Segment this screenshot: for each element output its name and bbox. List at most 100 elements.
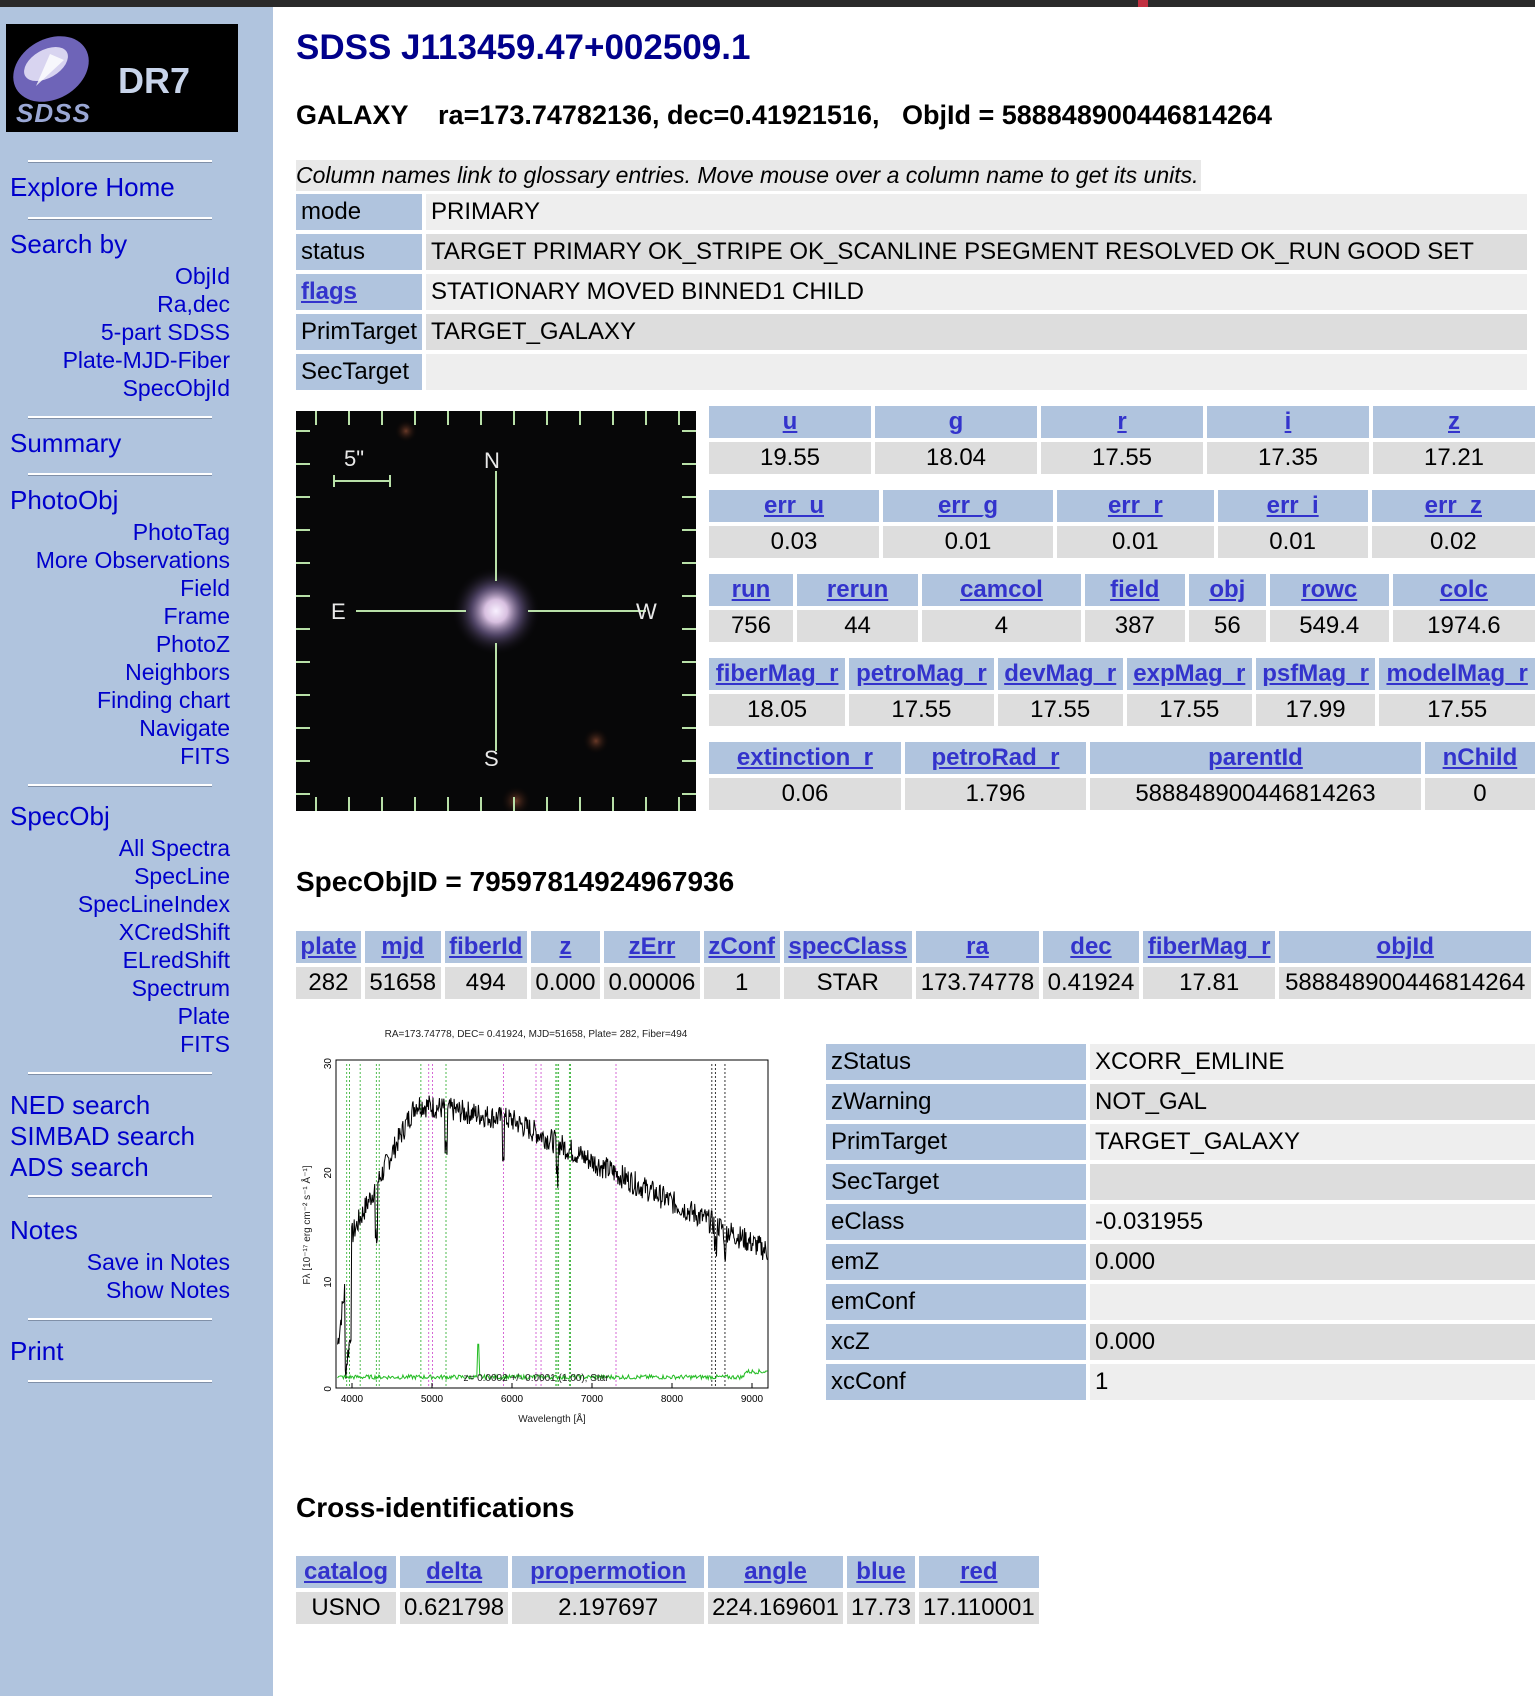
col-link-r[interactable]: r [1117, 408, 1126, 435]
nav-neighbors[interactable]: Neighbors [125, 659, 230, 686]
col-link-z[interactable]: z [559, 933, 571, 960]
col-link-camcol[interactable]: camcol [960, 576, 1043, 603]
col-link-z[interactable]: z [1448, 408, 1460, 435]
nav-xcredshift[interactable]: XCredShift [119, 919, 230, 946]
nav-all-spectra[interactable]: All Spectra [119, 835, 230, 862]
col-link-objid[interactable]: objId [1377, 933, 1434, 960]
nav-save-in-notes[interactable]: Save in Notes [87, 1249, 230, 1276]
nav-elredshift[interactable]: ELredShift [123, 947, 230, 974]
col-link-devmag-r[interactable]: devMag_r [1004, 660, 1116, 687]
nav-speclineindex[interactable]: SpecLineIndex [78, 891, 230, 918]
object-cutout-image[interactable]: 5" N S E W [296, 411, 696, 811]
col-link-colc[interactable]: colc [1440, 576, 1488, 603]
nav-specline[interactable]: SpecLine [134, 863, 230, 890]
col-link-extinction-r[interactable]: extinction_r [737, 744, 873, 771]
col-link-fibermag-r[interactable]: fiberMag_r [716, 660, 839, 687]
nav-specobj[interactable]: SpecObj [10, 801, 110, 832]
x-tick-label: 5000 [421, 1394, 444, 1405]
nav-search-objid[interactable]: ObjId [175, 263, 230, 290]
col-link-i[interactable]: i [1285, 408, 1292, 435]
row-key: xcZ [826, 1324, 1086, 1360]
nav-field[interactable]: Field [180, 575, 230, 602]
col-link-field[interactable]: field [1110, 576, 1159, 603]
table-row: PrimTarget TARGET_GALAXY [826, 1124, 1535, 1160]
col-link-catalog[interactable]: catalog [304, 1558, 388, 1585]
col-link-err-u[interactable]: err_u [764, 492, 824, 519]
col-link-plate[interactable]: plate [300, 933, 356, 960]
nav-finding-chart[interactable]: Finding chart [97, 687, 230, 714]
col-link-petromag-r[interactable]: petroMag_r [856, 660, 987, 687]
col-link-obj[interactable]: obj [1209, 576, 1245, 603]
col-link-expmag-r[interactable]: expMag_r [1133, 660, 1245, 687]
nav-plate[interactable]: Plate [178, 1003, 230, 1030]
col-link-angle[interactable]: angle [744, 1558, 807, 1585]
cell: 51658 [364, 967, 441, 999]
col-link-specclass[interactable]: specClass [788, 933, 907, 960]
col-link-nchild[interactable]: nChild [1443, 744, 1518, 771]
col-header: petroRad_r [904, 742, 1087, 774]
nav-search-radec[interactable]: Ra,dec [157, 291, 230, 318]
col-link-propermotion[interactable]: propermotion [530, 1558, 686, 1585]
spectrum-plot[interactable]: RA=173.74778, DEC= 0.41924, MJD=51658, P… [296, 1025, 776, 1425]
sdss-logo[interactable]: DR7 SDSS [6, 24, 238, 132]
col-link-run[interactable]: run [732, 576, 771, 603]
col-link-dec[interactable]: dec [1070, 933, 1111, 960]
specobjid-heading: SpecObjID = 79597814924967936 [296, 866, 735, 897]
col-link-rerun[interactable]: rerun [827, 576, 888, 603]
nav-print[interactable]: Print [10, 1336, 63, 1367]
col-link-zerr[interactable]: zErr [629, 933, 676, 960]
y-tick-label: 30 [323, 1058, 334, 1070]
col-link-u[interactable]: u [783, 408, 798, 435]
nav-spec-fits[interactable]: FITS [180, 1031, 230, 1058]
col-link-petrorad-r[interactable]: petroRad_r [931, 744, 1059, 771]
nav-search-specobjid[interactable]: SpecObjId [123, 375, 230, 402]
col-header: red [919, 1556, 1039, 1588]
nav-photoz[interactable]: PhotoZ [156, 631, 230, 658]
nav-notes[interactable]: Notes [10, 1215, 78, 1246]
col-link-fiberid[interactable]: fiberId [449, 933, 522, 960]
nav-phototag[interactable]: PhotoTag [133, 519, 230, 546]
nav-ads-search[interactable]: ADS search [10, 1152, 149, 1183]
run-table: run rerun camcol field obj rowc colc 756… [705, 570, 1535, 646]
col-header: petroMag_r [849, 658, 994, 690]
col-link-blue[interactable]: blue [856, 1558, 905, 1585]
row-key: xcConf [826, 1364, 1086, 1400]
col-link-fibermag-r[interactable]: fiberMag_r [1148, 933, 1271, 960]
flags-glossary-link[interactable]: flags [301, 278, 357, 305]
col-link-psfmag-r[interactable]: psfMag_r [1262, 660, 1369, 687]
col-link-g[interactable]: g [949, 408, 964, 435]
col-link-err-g[interactable]: err_g [938, 492, 998, 519]
col-link-err-r[interactable]: err_r [1108, 492, 1163, 519]
col-link-mjd[interactable]: mjd [381, 933, 424, 960]
nav-ned-search[interactable]: NED search [10, 1090, 150, 1121]
nav-simbad-search[interactable]: SIMBAD search [10, 1121, 195, 1152]
cell: 282 [296, 967, 361, 999]
cell: 44 [796, 610, 919, 642]
nav-navigate[interactable]: Navigate [139, 715, 230, 742]
col-link-red[interactable]: red [960, 1558, 997, 1585]
nav-summary[interactable]: Summary [10, 428, 121, 459]
col-link-delta[interactable]: delta [426, 1558, 482, 1585]
table-row: status TARGET PRIMARY OK_STRIPE OK_SCANL… [296, 234, 1527, 270]
nav-explore-home[interactable]: Explore Home [10, 172, 175, 203]
table-row: 282 51658 494 0.000 0.00006 1 STAR 173.7… [296, 967, 1531, 999]
y-tick-label: 0 [323, 1386, 334, 1392]
nav-photoobj[interactable]: PhotoObj [10, 485, 118, 516]
nav-photo-fits[interactable]: FITS [180, 743, 230, 770]
nav-search-by[interactable]: Search by [10, 229, 127, 260]
col-link-ra[interactable]: ra [966, 933, 989, 960]
nav-search-5part[interactable]: 5-part SDSS [101, 319, 230, 346]
nav-spectrum[interactable]: Spectrum [132, 975, 230, 1002]
nav-search-platemjdfiber[interactable]: Plate-MJD-Fiber [63, 347, 230, 374]
col-link-parentid[interactable]: parentId [1208, 744, 1303, 771]
cell: 17.55 [849, 694, 994, 726]
col-link-zconf[interactable]: zConf [708, 933, 775, 960]
nav-show-notes[interactable]: Show Notes [106, 1277, 230, 1304]
nav-frame[interactable]: Frame [164, 603, 230, 630]
col-link-err-i[interactable]: err_i [1267, 492, 1319, 519]
col-link-err-z[interactable]: err_z [1425, 492, 1482, 519]
row-value: TARGET_GALAXY [1090, 1124, 1535, 1160]
col-link-modelmag-r[interactable]: modelMag_r [1386, 660, 1527, 687]
col-link-rowc[interactable]: rowc [1301, 576, 1357, 603]
nav-more-observations[interactable]: More Observations [36, 547, 230, 574]
